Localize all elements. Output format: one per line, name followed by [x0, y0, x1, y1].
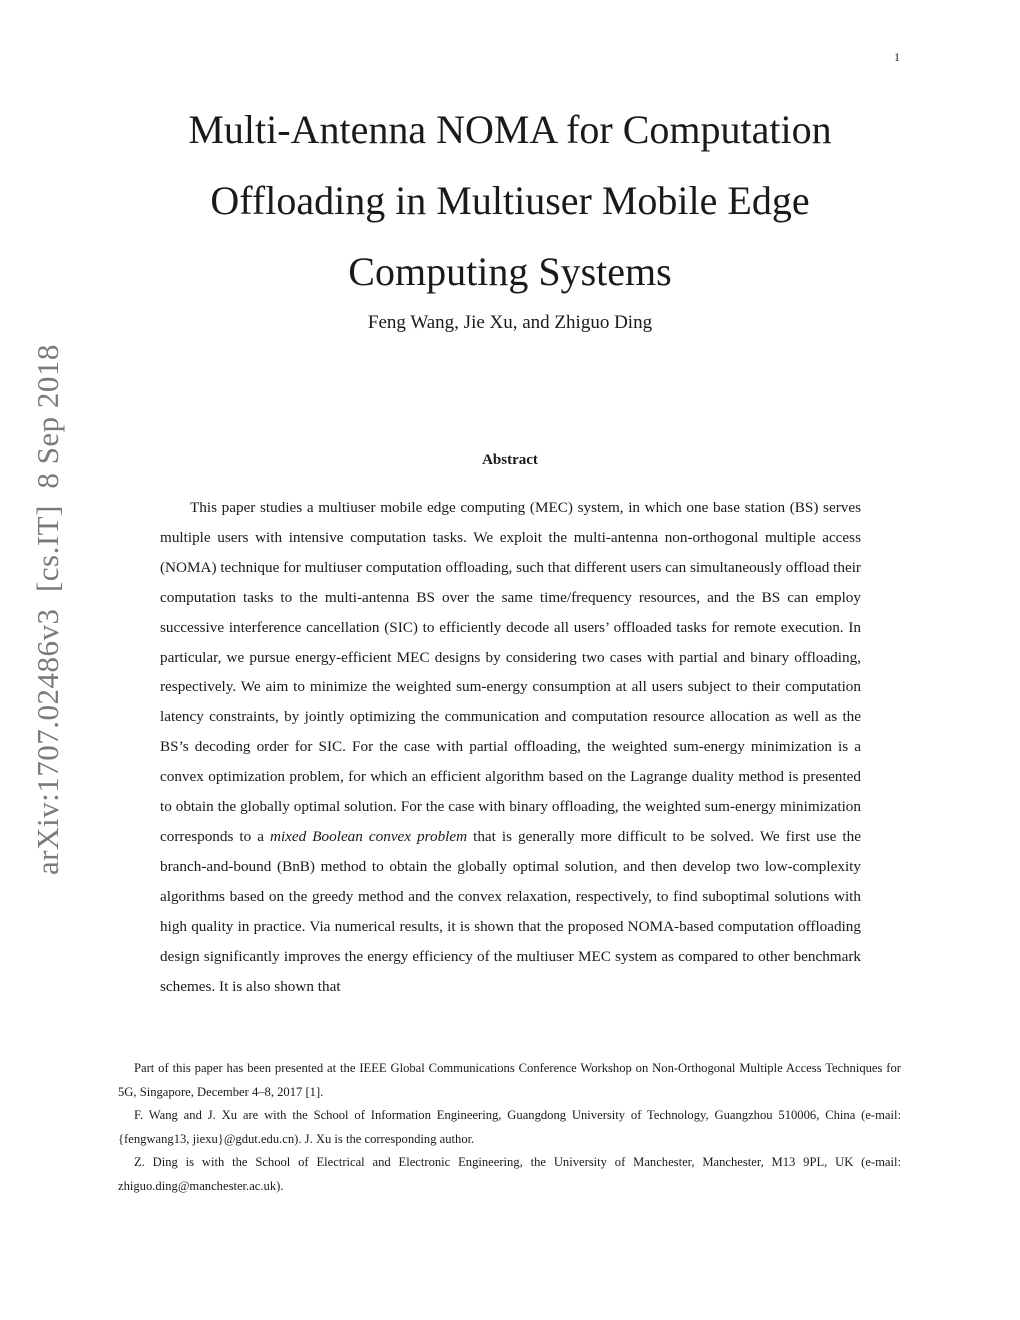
abstract-emphasis: mixed Boolean convex problem — [269, 827, 468, 845]
footnote-conference: Part of this paper has been presented at… — [118, 1061, 901, 1099]
abstract-heading: Abstract — [482, 452, 538, 468]
footnote-affiliation-wang-xu: F. Wang and J. Xu are with the School of… — [118, 1108, 901, 1146]
arxiv-identifier-stamp[interactable]: arXiv:1707.02486v3 [cs.IT] 8 Sep 2018 — [30, 344, 66, 875]
abstract-text: This paper studies a multiuser mobile ed… — [160, 499, 861, 845]
title-line: Offloading in Multiuser Mobile Edge — [210, 178, 810, 223]
author-list: Feng Wang, Jie Xu, and Zhiguo Ding — [367, 312, 653, 333]
title-line: Multi-Antenna NOMA for Computation — [188, 107, 832, 152]
abstract-body: This paper studies a multiuser mobile ed… — [160, 493, 861, 1001]
paper-title: Multi-Antenna NOMA for Computation Offlo… — [120, 94, 900, 307]
footnote-affiliation-ding: Z. Ding is with the School of Electrical… — [118, 1155, 901, 1193]
title-line: Computing Systems — [348, 249, 672, 294]
page-number: 1 — [894, 50, 900, 64]
footnotes: Part of this paper has been presented at… — [118, 1057, 901, 1198]
abstract-text-continued: that is generally more difficult to be s… — [160, 827, 861, 995]
